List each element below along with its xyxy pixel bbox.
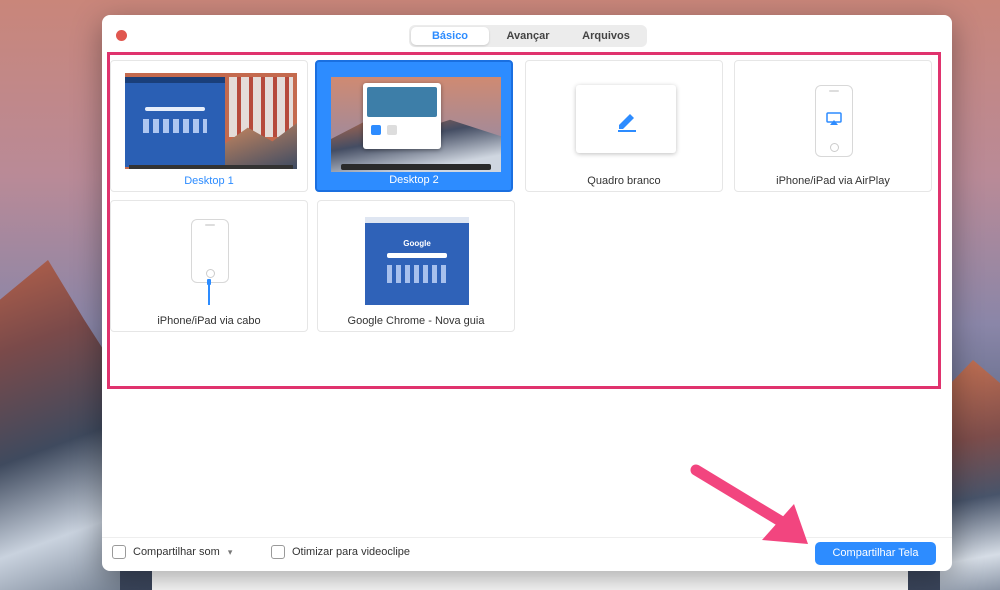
desktop-1-thumbnail xyxy=(125,73,297,169)
chrome-thumbnail: Google xyxy=(365,217,469,305)
lightning-cable-icon xyxy=(207,279,211,305)
optimize-video-label: Otimizar para videoclipe xyxy=(292,546,410,558)
airplay-icon xyxy=(826,112,842,125)
checkbox-box[interactable] xyxy=(271,545,285,559)
checkbox-box[interactable] xyxy=(112,545,126,559)
share-option-desktop-1[interactable]: Desktop 1 xyxy=(110,60,308,192)
phone-thumbnail xyxy=(191,219,229,283)
desktop-2-thumbnail xyxy=(331,77,501,172)
footer-divider xyxy=(102,537,952,538)
close-icon[interactable] xyxy=(116,30,127,41)
chevron-down-icon[interactable]: ▾ xyxy=(228,547,233,558)
share-screen-dialog: Básico Avançar Arquivos Desktop 1 Deskto… xyxy=(102,15,952,571)
tab-arquivos[interactable]: Arquivos xyxy=(567,27,645,45)
share-option-chrome-tab[interactable]: Google Google Chrome - Nova guia xyxy=(317,200,515,332)
whiteboard-thumbnail xyxy=(576,85,676,153)
tile-label: iPhone/iPad via cabo xyxy=(157,315,261,327)
tab-avancar[interactable]: Avançar xyxy=(489,27,567,45)
share-option-desktop-2[interactable]: Desktop 2 xyxy=(315,60,513,192)
tab-basico[interactable]: Básico xyxy=(411,27,489,45)
share-sound-label: Compartilhar som xyxy=(133,546,220,558)
share-option-iphone-cable[interactable]: iPhone/iPad via cabo xyxy=(110,200,308,332)
tile-label: Desktop 1 xyxy=(184,175,234,187)
optimize-video-checkbox[interactable]: Otimizar para videoclipe xyxy=(271,545,410,559)
annotation-arrow xyxy=(690,464,808,544)
phone-thumbnail xyxy=(815,85,853,157)
share-screen-button[interactable]: Compartilhar Tela xyxy=(815,542,936,565)
share-option-whiteboard[interactable]: Quadro branco xyxy=(525,60,723,192)
tab-bar: Básico Avançar Arquivos xyxy=(409,25,647,47)
background-window-edge xyxy=(152,570,908,590)
tile-label: iPhone/iPad via AirPlay xyxy=(776,175,890,187)
share-option-iphone-airplay[interactable]: iPhone/iPad via AirPlay xyxy=(734,60,932,192)
tile-label: Quadro branco xyxy=(587,175,661,187)
google-logo: Google xyxy=(403,239,431,248)
share-sound-checkbox[interactable]: Compartilhar som ▾ xyxy=(112,545,232,559)
tile-label: Google Chrome - Nova guia xyxy=(347,315,485,327)
tile-label: Desktop 2 xyxy=(389,174,439,186)
pencil-icon xyxy=(618,114,636,132)
